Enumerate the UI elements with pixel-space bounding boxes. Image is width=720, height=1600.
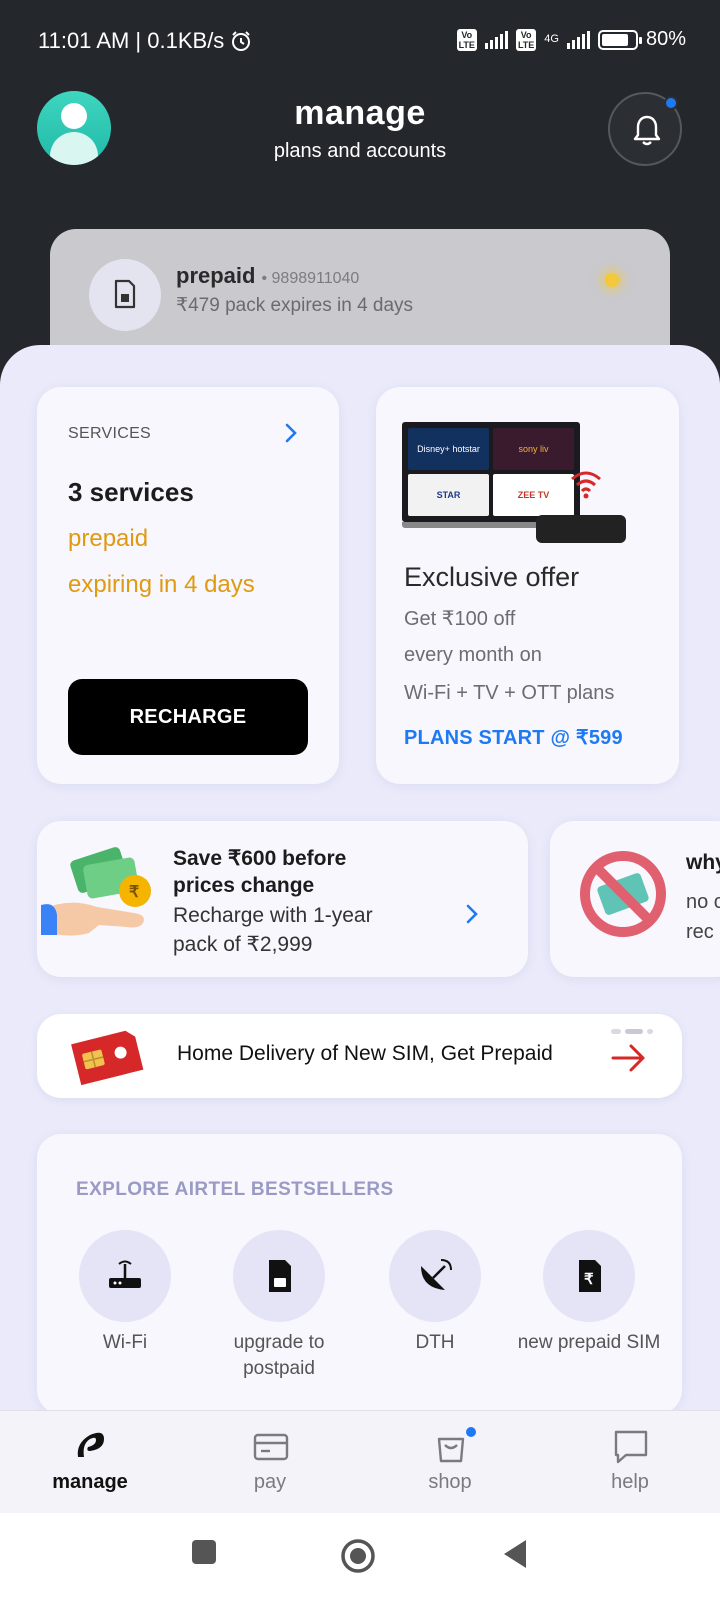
save-subtitle: Recharge with 1-year pack of ₹2,999 bbox=[173, 901, 373, 959]
save-title-line: Save ₹600 before bbox=[173, 847, 347, 870]
why-title: why bbox=[686, 851, 720, 874]
status-time: 11:01 AM | 0.1KB/s bbox=[38, 28, 225, 53]
shop-badge-dot bbox=[466, 1427, 476, 1437]
sim-banner-text: Home Delivery of New SIM, Get Prepaid bbox=[177, 1042, 553, 1065]
bag-icon bbox=[437, 1437, 465, 1463]
tv-tile: STAR bbox=[408, 474, 489, 516]
chevron-right-icon[interactable] bbox=[284, 422, 298, 444]
explore-icon-circle bbox=[79, 1230, 171, 1322]
save-subtitle-line: Recharge with 1-year bbox=[173, 904, 373, 927]
volte-badge: Vo LTE bbox=[456, 28, 477, 51]
battery-percent: 80% bbox=[645, 28, 686, 50]
no-cash-icon bbox=[580, 851, 666, 937]
services-type: prepaid bbox=[68, 525, 149, 552]
signal-icon bbox=[484, 30, 508, 49]
nav-item-manage[interactable]: manage bbox=[30, 1425, 150, 1494]
explore-item-new-sim[interactable]: ₹ new prepaid SIM bbox=[514, 1230, 664, 1356]
back-icon[interactable] bbox=[500, 1538, 530, 1570]
plans-start-link[interactable]: PLANS START @ ₹599 bbox=[404, 725, 623, 750]
nav-item-shop[interactable]: shop bbox=[390, 1425, 510, 1494]
explore-item-postpaid[interactable]: upgrade to postpaid bbox=[204, 1230, 354, 1382]
prepaid-title-row: prepaid • 9898911040 bbox=[176, 263, 359, 289]
bottom-nav: manage pay shop help bbox=[0, 1410, 720, 1513]
prepaid-number: • 9898911040 bbox=[261, 270, 360, 287]
rupee-sim-icon: ₹ bbox=[579, 1260, 601, 1292]
signal-icon-2 bbox=[566, 30, 590, 49]
tv-tile: Disney+ hotstar bbox=[408, 428, 489, 470]
save-title: Save ₹600 before prices change bbox=[173, 845, 346, 899]
set-top-box bbox=[536, 515, 626, 543]
explore-label: DTH bbox=[415, 1332, 455, 1353]
explore-icon-circle bbox=[389, 1230, 481, 1322]
svg-text:₹: ₹ bbox=[129, 884, 139, 901]
explore-item-dth[interactable]: DTH bbox=[360, 1230, 510, 1356]
offer-line: every month on bbox=[404, 644, 542, 666]
services-card[interactable]: SERVICES 3 services prepaid expiring in … bbox=[37, 387, 339, 784]
recents-icon[interactable] bbox=[190, 1538, 218, 1566]
carousel-indicator bbox=[611, 1029, 653, 1034]
network-type: 4G bbox=[544, 33, 559, 45]
offer-line: Wi-Fi + TV + OTT plans bbox=[404, 682, 615, 704]
save-subtitle-line: pack of ₹2,999 bbox=[173, 933, 313, 956]
explore-icon-circle: ₹ bbox=[543, 1230, 635, 1322]
money-hand-icon: ₹ bbox=[41, 847, 151, 936]
nav-item-help[interactable]: help bbox=[570, 1425, 690, 1494]
tv-tile: sony liv bbox=[493, 428, 574, 470]
chevron-right-icon[interactable] bbox=[465, 903, 479, 925]
system-nav-bar bbox=[0, 1513, 720, 1600]
nav-label: pay bbox=[253, 1471, 287, 1493]
explore-item-wifi[interactable]: Wi-Fi bbox=[50, 1230, 200, 1356]
card-icon bbox=[253, 1433, 289, 1461]
save-offer-card[interactable]: ₹ Save ₹600 before prices change Recharg… bbox=[37, 821, 528, 977]
volte-badge-2: Vo LTE bbox=[515, 28, 537, 51]
router-icon bbox=[109, 1260, 141, 1288]
wifi-signal-icon bbox=[571, 471, 601, 499]
tv-tile: ZEE TV bbox=[493, 474, 574, 516]
status-indicator bbox=[605, 273, 619, 287]
sim-card-icon bbox=[114, 279, 136, 309]
prepaid-title: prepaid bbox=[176, 263, 256, 288]
explore-label: Wi-Fi bbox=[102, 1332, 148, 1353]
prepaid-subtitle: ₹479 pack expires in 4 days bbox=[176, 295, 414, 316]
recharge-button[interactable]: RECHARGE bbox=[68, 679, 308, 755]
tv-illustration: Disney+ hotstar sony liv STAR ZEE TV bbox=[402, 422, 580, 522]
explore-label: upgrade to postpaid bbox=[233, 1332, 325, 1379]
nav-label: help bbox=[611, 1471, 649, 1493]
exclusive-offer-card[interactable]: Disney+ hotstar sony liv STAR ZEE TV Exc… bbox=[376, 387, 679, 784]
alarm-icon bbox=[232, 31, 251, 51]
offer-title: Exclusive offer bbox=[404, 562, 580, 592]
sim-badge bbox=[89, 259, 161, 331]
save-title-line: prices change bbox=[173, 874, 315, 897]
services-expiry: expiring in 4 days bbox=[68, 571, 255, 598]
notification-dot bbox=[664, 96, 678, 110]
satellite-dish-icon bbox=[421, 1259, 452, 1290]
nav-item-pay[interactable]: pay bbox=[210, 1425, 330, 1494]
arrow-right-icon[interactable] bbox=[609, 1040, 649, 1076]
svg-text:₹: ₹ bbox=[584, 1271, 594, 1288]
services-count: 3 services bbox=[68, 477, 194, 507]
notifications-button[interactable] bbox=[608, 92, 682, 166]
services-heading: SERVICES bbox=[68, 425, 152, 442]
status-bar: 11:01 AM | 0.1KB/s Vo LTE Vo LTE 4G 80% bbox=[0, 0, 720, 84]
home-icon[interactable] bbox=[340, 1538, 376, 1574]
battery-icon bbox=[597, 29, 642, 50]
airtel-logo-icon bbox=[77, 1432, 104, 1457]
chat-icon bbox=[614, 1430, 648, 1464]
nav-label: shop bbox=[428, 1471, 472, 1493]
nav-label: manage bbox=[52, 1471, 128, 1493]
new-sim-banner[interactable]: Home Delivery of New SIM, Get Prepaid bbox=[37, 1014, 682, 1098]
why-line: no c bbox=[686, 891, 720, 913]
status-left: 11:01 AM | 0.1KB/s bbox=[38, 28, 252, 54]
status-right: Vo LTE Vo LTE 4G 80% bbox=[456, 28, 686, 51]
explore-title: EXPLORE AIRTEL BESTSELLERS bbox=[76, 1179, 394, 1200]
airtel-sim-icon bbox=[71, 1030, 144, 1086]
bell-icon bbox=[633, 115, 661, 146]
offer-line: Get ₹100 off bbox=[404, 608, 516, 630]
why-line: rec bbox=[686, 921, 714, 943]
explore-icon-circle bbox=[233, 1230, 325, 1322]
explore-bestsellers-card: EXPLORE AIRTEL BESTSELLERS Wi-Fi upgrade… bbox=[37, 1134, 682, 1414]
sim-card-icon bbox=[269, 1260, 291, 1292]
why-card[interactable]: why no c rec bbox=[550, 821, 720, 977]
explore-label: new prepaid SIM bbox=[517, 1332, 661, 1353]
